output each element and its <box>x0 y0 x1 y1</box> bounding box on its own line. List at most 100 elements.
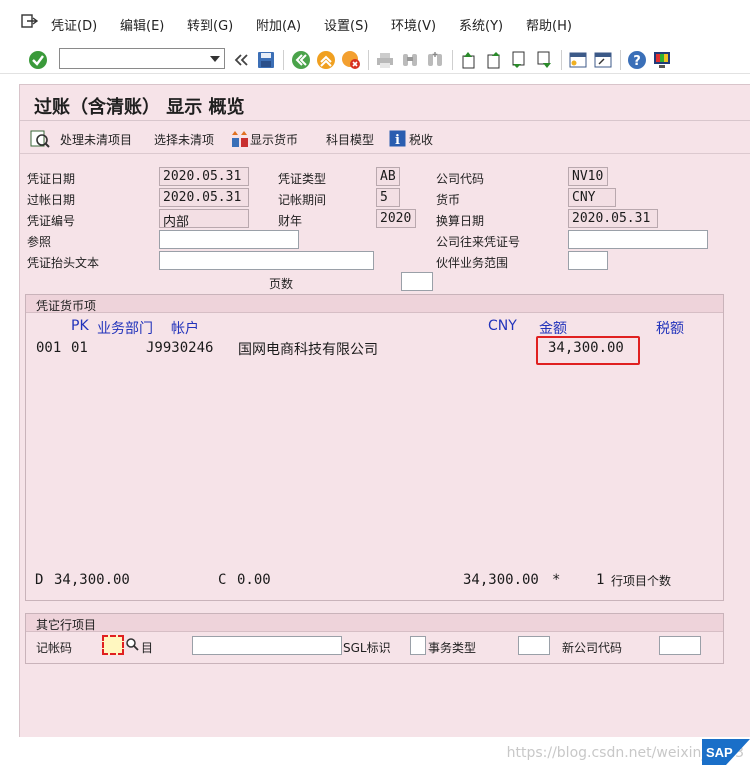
show-currency-button[interactable]: 显示货币 <box>250 131 298 148</box>
debit-label: D <box>35 572 44 588</box>
header-text-field[interactable] <box>159 251 374 270</box>
document-type-field[interactable]: AB <box>376 167 400 186</box>
period-field[interactable]: 5 <box>376 188 400 207</box>
command-field[interactable] <box>59 48 225 69</box>
enter-button[interactable] <box>28 50 48 70</box>
help-button[interactable]: ? <box>627 50 647 70</box>
translation-date-field[interactable]: 2020.05.31 <box>568 209 658 228</box>
select-open-items-button[interactable]: 选择未清项 <box>154 131 214 148</box>
title-bar: 过账（含清账） 显示 概览 <box>20 85 750 121</box>
account-field[interactable] <box>192 636 342 655</box>
last-page-button[interactable] <box>534 50 554 70</box>
sap-logo-text: SAP <box>706 745 733 760</box>
toolbar-separator <box>452 50 453 70</box>
first-page-button[interactable] <box>459 50 479 70</box>
cancel-button[interactable] <box>341 50 361 70</box>
toolbar-separator <box>368 50 369 70</box>
check-icon <box>29 51 47 69</box>
history-button[interactable] <box>231 50 251 70</box>
sgl-indicator-label: SGL标识 <box>343 641 391 655</box>
posting-date-field[interactable]: 2020.05.31 <box>159 188 249 207</box>
group-title: 其它行项目 <box>36 618 97 632</box>
account-label: 目 <box>141 641 154 655</box>
menu-document[interactable]: 凭证(D) <box>51 15 97 34</box>
previous-page-button[interactable] <box>484 50 504 70</box>
pages-field[interactable] <box>401 272 433 291</box>
highlight-box <box>536 336 640 365</box>
menu-edit[interactable]: 编辑(E) <box>120 15 164 34</box>
save-icon <box>258 52 274 68</box>
transaction-type-field[interactable] <box>518 636 550 655</box>
document-date-field[interactable]: 2020.05.31 <box>159 167 249 186</box>
tax-button[interactable]: 税收 <box>409 131 433 148</box>
company-code-label: 公司代码 <box>436 172 485 186</box>
sgl-indicator-field[interactable] <box>410 636 426 655</box>
company-code-field[interactable]: NV10 <box>568 167 608 186</box>
column-header-tax: 税额 <box>656 321 684 337</box>
document-type-label: 凭证类型 <box>278 172 327 186</box>
show-currency-icon[interactable] <box>231 130 249 148</box>
currency-field[interactable]: CNY <box>568 188 616 207</box>
sap-logo: SAP <box>702 739 750 765</box>
back-button[interactable] <box>291 50 311 70</box>
group-header: 凭证货币项 <box>26 295 723 313</box>
search-icon[interactable] <box>125 637 139 651</box>
toolbar-separator <box>561 50 562 70</box>
exit-button[interactable] <box>316 50 336 70</box>
standard-toolbar: ? <box>0 44 750 74</box>
next-page-button[interactable] <box>509 50 529 70</box>
find-button[interactable] <box>400 50 420 70</box>
reference-label: 参照 <box>27 235 52 249</box>
column-header-pk: PK <box>71 318 89 334</box>
binoculars-icon <box>403 54 417 66</box>
posting-key-field[interactable] <box>102 635 124 655</box>
chevron-down-icon[interactable] <box>210 56 220 62</box>
partner-business-area-field[interactable] <box>568 251 608 270</box>
column-header-account: 帐户 <box>171 321 199 337</box>
toolbar-separator <box>620 50 621 70</box>
menu-settings[interactable]: 设置(S) <box>324 15 368 34</box>
line-item-count-label: 行项目个数 <box>611 574 672 588</box>
menu-extras[interactable]: 附加(A) <box>256 15 301 34</box>
info-icon[interactable]: i <box>389 130 406 147</box>
process-open-items-icon[interactable] <box>30 129 50 149</box>
menu-environment[interactable]: 环境(V) <box>391 15 436 34</box>
svg-text:?: ? <box>633 54 641 69</box>
document-number-field[interactable]: 内部 <box>159 209 249 228</box>
binoculars-plus-icon <box>428 52 442 66</box>
save-button[interactable] <box>256 50 276 70</box>
menu-system[interactable]: 系统(Y) <box>459 15 503 34</box>
document-currency-items-group: 凭证货币项 PK 业务部门 帐户 CNY 金额 税额 001 01 J99302… <box>25 294 724 601</box>
row-account[interactable]: J9930246 <box>146 340 213 356</box>
shortcut-button[interactable] <box>593 50 613 70</box>
header-text-label: 凭证抬头文本 <box>27 256 100 270</box>
last-page-icon <box>537 51 551 68</box>
account-model-button[interactable]: 科目模型 <box>326 131 374 148</box>
row-account-name: 国网电商科技有限公司 <box>238 342 378 358</box>
new-session-button[interactable] <box>568 50 588 70</box>
next-page-icon <box>512 51 525 68</box>
customize-layout-button[interactable] <box>652 50 672 70</box>
currency-label: 货币 <box>436 193 461 207</box>
reference-field[interactable] <box>159 230 299 249</box>
fiscal-year-field[interactable]: 2020 <box>376 209 416 228</box>
menu-help[interactable]: 帮助(H) <box>526 15 572 34</box>
main-screen: 过账（含清账） 显示 概览 处理未清项目 选择未清项 显示货币 科目模型 i 税… <box>19 84 750 737</box>
intercompany-number-field[interactable] <box>568 230 708 249</box>
document-date-label: 凭证日期 <box>27 172 76 186</box>
exit-menu-icon[interactable] <box>20 13 38 29</box>
transaction-type-label: 事务类型 <box>428 641 477 655</box>
intercompany-number-label: 公司往来凭证号 <box>436 235 521 249</box>
credit-total: 0.00 <box>237 572 271 588</box>
shortcut-icon <box>594 52 612 68</box>
new-company-code-field[interactable] <box>659 636 701 655</box>
credit-label: C <box>218 572 227 588</box>
menu-goto[interactable]: 转到(G) <box>187 15 233 34</box>
process-open-items-button[interactable]: 处理未清项目 <box>60 131 132 148</box>
print-button[interactable] <box>375 50 395 70</box>
group-title: 凭证货币项 <box>36 299 97 313</box>
application-toolbar: 处理未清项目 选择未清项 显示货币 科目模型 i 税收 <box>20 122 750 154</box>
svg-text:i: i <box>395 133 400 147</box>
column-header-amount: 金额 <box>539 321 567 337</box>
find-next-button[interactable] <box>425 50 445 70</box>
